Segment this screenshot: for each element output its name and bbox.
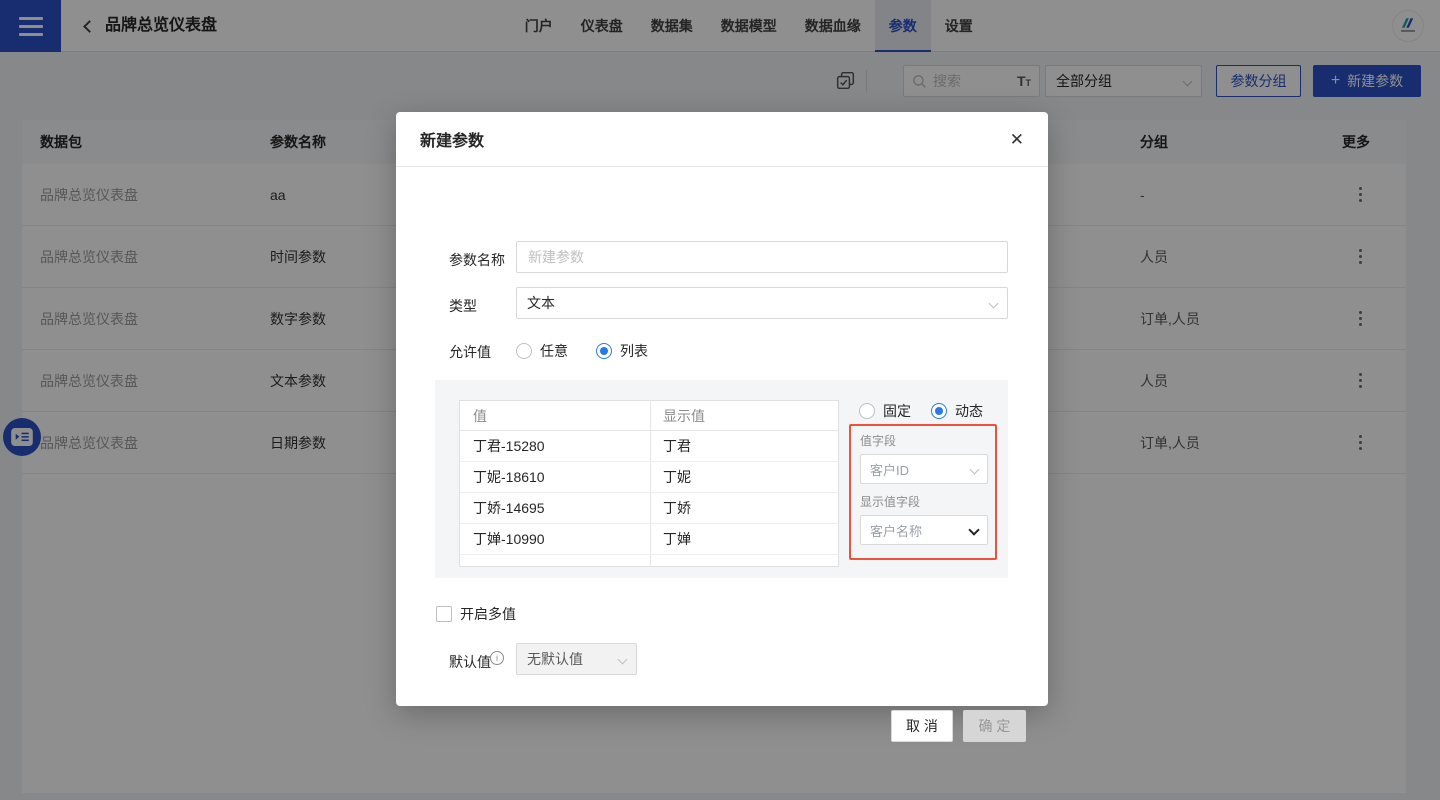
radio-any[interactable]: 任意 <box>516 341 568 361</box>
info-icon[interactable]: i <box>490 651 504 665</box>
display-field-select[interactable]: 客户名称 <box>860 515 988 545</box>
chevron-down-icon <box>968 524 979 535</box>
multi-value-option[interactable]: 开启多值 <box>436 604 516 624</box>
radio-dynamic[interactable]: 动态 <box>931 401 983 421</box>
chevron-down-icon <box>970 464 980 474</box>
field-mapping-highlight-box: 值字段 客户ID 显示值字段 客户名称 <box>849 424 997 560</box>
radio-icon <box>516 343 532 359</box>
display-col-header: 显示值 <box>650 401 838 430</box>
type-select[interactable]: 文本 <box>516 287 1008 319</box>
type-label: 类型 <box>449 296 477 316</box>
modal-footer: 取 消 确 定 <box>891 710 1026 742</box>
modal-title: 新建参数 <box>420 127 484 151</box>
values-table-header: 值 显示值 <box>460 401 838 431</box>
value-row: 丁妮-18610 丁妮 <box>460 462 838 493</box>
modal-header: 新建参数 ✕ <box>396 112 1048 167</box>
values-table: 值 显示值 丁君-15280 丁君 丁妮-18610 丁妮 丁娇-14695 丁… <box>459 400 839 567</box>
default-value-select[interactable]: 无默认值 <box>516 643 637 675</box>
value-row: 丁君-15280 丁君 <box>460 431 838 462</box>
app-root: 品牌总览仪表盘 门户 仪表盘 数据集 数据模型 数据血缘 参数 设置 <box>0 0 1440 800</box>
checkbox-icon <box>436 606 452 622</box>
chevron-down-icon <box>618 654 628 664</box>
radio-fixed[interactable]: 固定 <box>859 401 911 421</box>
radio-icon <box>859 403 875 419</box>
value-field-select[interactable]: 客户ID <box>860 454 988 484</box>
value-row: 丁娇-14695 丁娇 <box>460 493 838 524</box>
confirm-button[interactable]: 确 定 <box>963 710 1026 742</box>
allow-values-label: 允许值 <box>449 342 491 362</box>
value-row-partial <box>460 555 838 567</box>
chevron-down-icon <box>989 298 999 308</box>
value-field-label: 值字段 <box>860 432 986 449</box>
allow-values-options: 任意 列表 <box>516 341 648 361</box>
display-field-label: 显示值字段 <box>860 493 986 510</box>
new-param-modal: 新建参数 ✕ 参数名称 类型 文本 允许值 任意 列表 <box>396 112 1048 706</box>
radio-icon-checked <box>931 403 947 419</box>
close-icon[interactable]: ✕ <box>1010 131 1024 148</box>
modal-body: 参数名称 类型 文本 允许值 任意 列表 <box>396 167 1048 706</box>
list-values-panel: 值 显示值 丁君-15280 丁君 丁妮-18610 丁妮 丁娇-14695 丁… <box>435 380 1008 578</box>
param-name-label: 参数名称 <box>449 250 505 270</box>
param-name-input[interactable] <box>516 241 1008 273</box>
mode-options: 固定 动态 <box>859 401 983 421</box>
default-value-label: 默认值 <box>449 652 491 672</box>
radio-icon-checked <box>596 343 612 359</box>
radio-list[interactable]: 列表 <box>596 341 648 361</box>
type-value: 文本 <box>527 293 555 313</box>
value-col-header: 值 <box>460 401 650 430</box>
value-row: 丁婵-10990 丁婵 <box>460 524 838 555</box>
cancel-button[interactable]: 取 消 <box>891 710 953 742</box>
